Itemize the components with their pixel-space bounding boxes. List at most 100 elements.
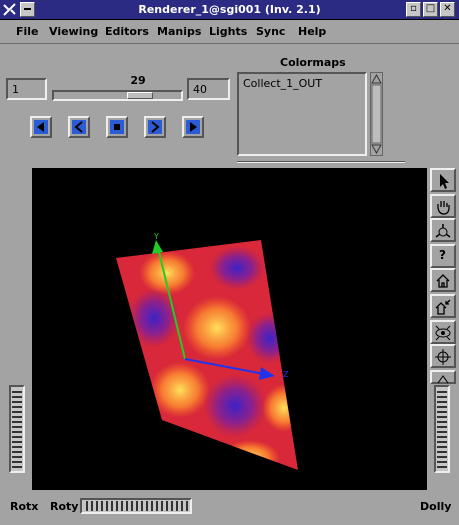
thumbwheel-groove (12, 461, 22, 463)
thumbwheel-groove (12, 406, 22, 408)
view-mode-button[interactable] (430, 194, 456, 218)
last-frame-icon (186, 120, 200, 134)
stop-button[interactable] (106, 116, 128, 138)
first-frame-button[interactable] (30, 116, 52, 138)
thumbwheel-groove (111, 501, 113, 511)
stop-icon (110, 120, 124, 134)
thumbwheel-groove (437, 446, 447, 448)
surface-plot (116, 240, 298, 470)
thumbwheel-groove (12, 391, 22, 393)
maximize-button[interactable]: □ (423, 2, 438, 17)
thumbwheel-groove (437, 401, 447, 403)
thumbwheel-groove (171, 501, 173, 511)
menu-sync[interactable]: Sync (256, 25, 285, 38)
colormaps-scrollbar[interactable] (370, 72, 383, 156)
separator (237, 161, 405, 163)
render-area[interactable]: Y Z (32, 168, 427, 490)
frame-slider[interactable] (52, 90, 183, 101)
help-button[interactable]: ? (430, 244, 456, 268)
thumbwheel-groove (176, 501, 178, 511)
thumbwheel-groove (151, 501, 153, 511)
thumbwheel-groove (12, 436, 22, 438)
frame-slider-thumb[interactable] (127, 92, 153, 99)
menu-bar: File Viewing Editors Manips Lights Sync … (0, 20, 459, 44)
thumbwheel-groove (12, 446, 22, 448)
thumbwheel-groove (12, 416, 22, 418)
roty-label: Roty (50, 500, 79, 513)
thumbwheel-groove (96, 501, 98, 511)
thumbwheel-groove (186, 501, 188, 511)
menu-file[interactable]: File (16, 25, 39, 38)
thumbwheel-groove (106, 501, 108, 511)
colormaps-heading: Colormaps (280, 56, 346, 69)
menu-manips[interactable]: Manips (157, 25, 201, 38)
seek-target-button[interactable] (430, 344, 456, 368)
step-forward-icon (148, 120, 162, 134)
thumbwheel-groove (437, 406, 447, 408)
start-frame-field[interactable]: 1 (6, 78, 47, 100)
last-frame-button[interactable] (182, 116, 204, 138)
thumbwheel-groove (12, 456, 22, 458)
z-axis-label: Z (283, 370, 289, 379)
thumbwheel-groove (131, 501, 133, 511)
thumbwheel-groove (437, 391, 447, 393)
close-button[interactable]: ✕ (440, 2, 455, 17)
menu-editors[interactable]: Editors (105, 25, 149, 38)
thumbwheel-groove (141, 501, 143, 511)
thumbwheel-groove (12, 411, 22, 413)
thumbwheel-groove (156, 501, 158, 511)
thumbwheel-groove (12, 451, 22, 453)
thumbwheel-groove (12, 441, 22, 443)
thumbwheel-groove (437, 441, 447, 443)
thumbwheel-groove (12, 401, 22, 403)
thumbwheel-groove (12, 426, 22, 428)
select-mode-button[interactable] (430, 168, 456, 192)
thumbwheel-groove (437, 436, 447, 438)
thumbwheel-groove (181, 501, 183, 511)
dolly-thumbwheel[interactable] (434, 385, 450, 473)
thumbwheel-groove (126, 501, 128, 511)
y-axis-label: Y (153, 232, 159, 241)
thumbwheel-groove (116, 501, 118, 511)
colormaps-list[interactable]: Collect_1_OUT (237, 72, 367, 156)
seek-mode-button[interactable] (430, 218, 456, 242)
step-back-icon (72, 120, 86, 134)
perspective-button[interactable] (430, 370, 456, 384)
thumbwheel-groove (161, 501, 163, 511)
thumbwheel-groove (437, 451, 447, 453)
thumbwheel-groove (136, 501, 138, 511)
thumbwheel-groove (437, 416, 447, 418)
seek-target-icon (435, 349, 451, 365)
first-frame-icon (34, 120, 48, 134)
roty-thumbwheel[interactable] (80, 498, 192, 514)
view-all-button[interactable] (430, 320, 456, 344)
seek-icon (435, 224, 451, 238)
step-forward-button[interactable] (144, 116, 166, 138)
thumbwheel-groove (12, 396, 22, 398)
menu-viewing[interactable]: Viewing (49, 25, 98, 38)
help-icon: ? (439, 248, 446, 262)
pointer-icon (440, 174, 449, 189)
colormap-item[interactable]: Collect_1_OUT (239, 74, 365, 93)
title-bar[interactable]: Renderer_1@sgi001 (Inv. 2.1) ▫ □ ✕ (0, 0, 459, 20)
step-back-button[interactable] (68, 116, 90, 138)
set-home-icon (435, 299, 451, 315)
home-button[interactable] (430, 268, 456, 292)
end-frame-field[interactable]: 40 (187, 78, 230, 100)
minimize-button[interactable]: ▫ (406, 2, 421, 17)
rotx-thumbwheel[interactable] (9, 385, 25, 473)
dolly-label: Dolly (420, 500, 452, 513)
thumbwheel-groove (437, 431, 447, 433)
thumbwheel-groove (437, 396, 447, 398)
thumbwheel-groove (146, 501, 148, 511)
thumbwheel-groove (91, 501, 93, 511)
thumbwheel-groove (12, 466, 22, 468)
rotx-label: Rotx (10, 500, 39, 513)
set-home-button[interactable] (430, 294, 456, 318)
menu-lights[interactable]: Lights (209, 25, 247, 38)
thumbwheel-groove (12, 421, 22, 423)
thumbwheel-groove (166, 501, 168, 511)
menu-help[interactable]: Help (298, 25, 326, 38)
thumbwheel-groove (437, 411, 447, 413)
view-all-icon (435, 325, 451, 341)
